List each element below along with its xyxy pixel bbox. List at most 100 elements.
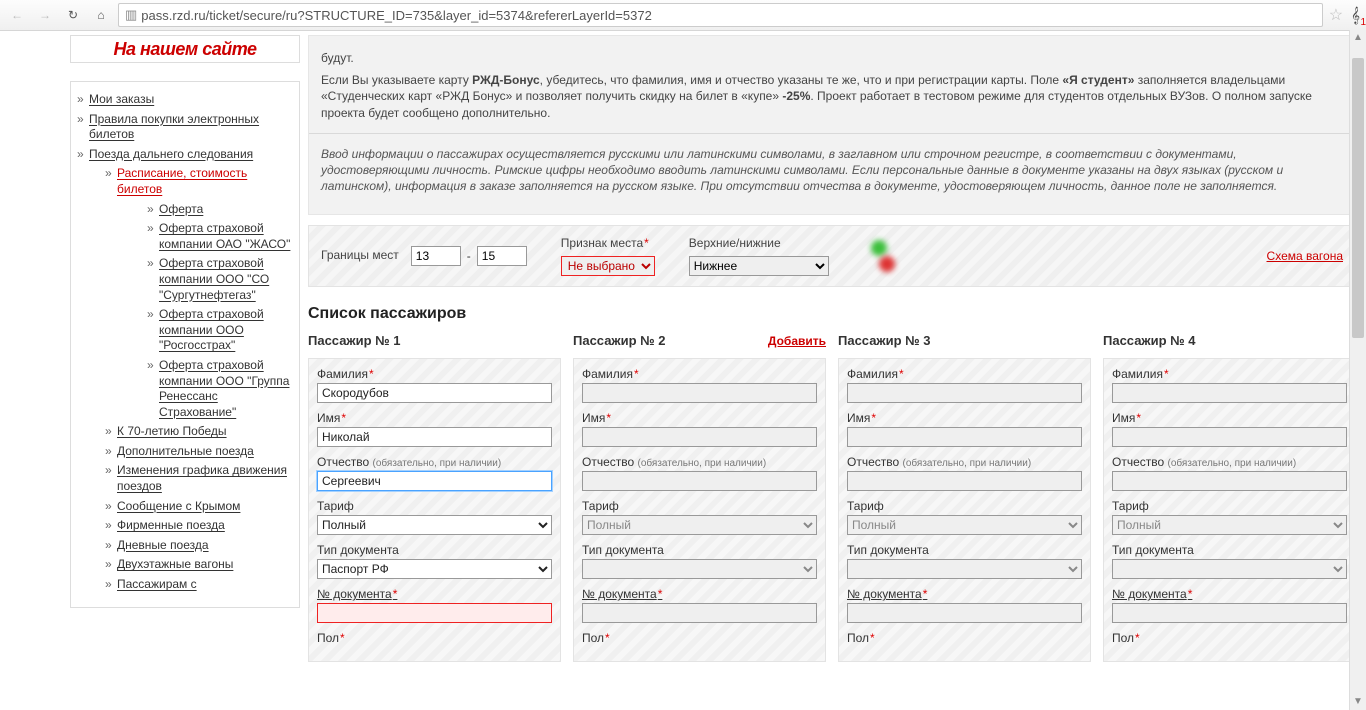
back-button[interactable]: ←: [6, 4, 28, 26]
docnum-label: № документа: [317, 587, 552, 601]
sidebar-link[interactable]: Пассажирам с: [117, 577, 197, 591]
patronymic-label: Отчество (обязательно, при наличии): [847, 455, 1082, 469]
tariff-label: Тариф: [847, 499, 1082, 513]
sidebar-link[interactable]: Дневные поезда: [117, 538, 209, 552]
sidebar-link[interactable]: Расписание, стоимость билетов: [117, 166, 247, 196]
seat-sign-group: Признак места Не выбрано: [561, 236, 655, 276]
patronymic-label: Отчество (обязательно, при наличии): [582, 455, 817, 469]
scheme-link-wrap: Схема вагона: [1267, 249, 1343, 263]
main-content: будут. Если Вы указываете карту РЖД-Бону…: [300, 35, 1366, 662]
sidebar-link[interactable]: Сообщение с Крымом: [117, 499, 240, 513]
tariff-select[interactable]: Полный: [317, 515, 552, 535]
browser-toolbar: ← → ↻ ⌂ ▥ pass.rzd.ru/ticket/secure/ru?S…: [0, 0, 1366, 31]
reload-button[interactable]: ↻: [62, 4, 84, 26]
sidebar-link[interactable]: К 70-летию Победы: [117, 424, 227, 438]
seat-tier-label: Верхние/нижние: [689, 236, 829, 250]
docnum-label: № документа: [1112, 587, 1347, 601]
surname-label: Фамилия: [847, 367, 1082, 381]
scroll-thumb[interactable]: [1352, 58, 1364, 338]
sidebar-link[interactable]: Фирменные поезда: [117, 518, 225, 532]
info-box: будут. Если Вы указываете карту РЖД-Бону…: [308, 35, 1356, 215]
gender-label: Пол: [582, 631, 817, 645]
extension-icon[interactable]: 𝄞1: [1351, 7, 1360, 24]
passenger-title: Пассажир № 2: [573, 333, 666, 348]
promo-banner: На нашем сайте: [70, 35, 300, 63]
sidebar-link[interactable]: Оферта страховой компании ОАО "ЖАСО": [159, 221, 290, 251]
url-bar[interactable]: ▥ pass.rzd.ru/ticket/secure/ru?STRUCTURE…: [118, 3, 1323, 27]
home-button[interactable]: ⌂: [90, 4, 112, 26]
sidebar-link[interactable]: Поезда дальнего следования: [89, 147, 253, 161]
doctype-select[interactable]: Паспорт РФ: [1112, 559, 1347, 579]
gender-label: Пол: [1112, 631, 1347, 645]
sidebar-nav: Мои заказы Правила покупки электронных би…: [70, 81, 300, 608]
passenger-title: Пассажир № 4: [1103, 333, 1196, 348]
doctype-select[interactable]: Паспорт РФ: [317, 559, 552, 579]
passengers-heading: Список пассажиров: [308, 305, 1356, 323]
docnum-input[interactable]: [582, 603, 817, 623]
surname-input[interactable]: [317, 383, 552, 403]
patronymic-input[interactable]: [847, 471, 1082, 491]
name-input[interactable]: [582, 427, 817, 447]
tariff-select[interactable]: Полный: [582, 515, 817, 535]
seat-to-input[interactable]: [477, 246, 527, 266]
doctype-select[interactable]: Паспорт РФ: [847, 559, 1082, 579]
page-icon: ▥: [125, 7, 137, 23]
sidebar-link[interactable]: Оферта страховой компании ООО "Группа Ре…: [159, 358, 289, 419]
scroll-down-arrow[interactable]: ▼: [1350, 694, 1366, 710]
docnum-input[interactable]: [1112, 603, 1347, 623]
doctype-label: Тип документа: [317, 543, 552, 557]
surname-label: Фамилия: [317, 367, 552, 381]
scroll-up-arrow[interactable]: ▲: [1350, 30, 1366, 46]
docnum-label: № документа: [582, 587, 817, 601]
intro-rules: Ввод информации о пассажирах осуществляе…: [321, 146, 1343, 195]
forward-button[interactable]: →: [34, 4, 56, 26]
passenger-title: Пассажир № 3: [838, 333, 931, 348]
page-scrollbar[interactable]: ▲ ▼: [1349, 30, 1366, 710]
seat-sign-select[interactable]: Не выбрано: [561, 256, 655, 276]
tariff-select[interactable]: Полный: [1112, 515, 1347, 535]
sidebar-link[interactable]: Двухэтажные вагоны: [117, 557, 233, 571]
patronymic-input[interactable]: [1112, 471, 1347, 491]
seat-range-label: Границы мест: [321, 248, 399, 262]
bookmark-star-icon[interactable]: ☆: [1329, 5, 1343, 25]
name-input[interactable]: [317, 427, 552, 447]
docnum-input[interactable]: [847, 603, 1082, 623]
seat-from-input[interactable]: [411, 246, 461, 266]
sidebar-link[interactable]: Изменения графика движения поездов: [117, 463, 287, 493]
docnum-label: № документа: [847, 587, 1082, 601]
sidebar-link[interactable]: Мои заказы: [89, 92, 154, 106]
seat-tier-select[interactable]: Нижнее: [689, 256, 829, 276]
name-input[interactable]: [1112, 427, 1347, 447]
patronymic-label: Отчество (обязательно, при наличии): [317, 455, 552, 469]
surname-input[interactable]: [1112, 383, 1347, 403]
sidebar-link[interactable]: Дополнительные поезда: [117, 444, 254, 458]
doctype-label: Тип документа: [1112, 543, 1347, 557]
docnum-input[interactable]: [317, 603, 552, 623]
sidebar-link[interactable]: Оферта: [159, 202, 203, 216]
wagon-scheme-link[interactable]: Схема вагона: [1267, 249, 1343, 263]
add-passenger-link[interactable]: Добавить: [768, 334, 826, 348]
seat-sign-label: Признак места: [561, 236, 655, 250]
intro-bonus: Если Вы указываете карту РЖД-Бонус, убед…: [321, 72, 1343, 121]
sidebar-link[interactable]: Оферта страховой компании ООО "Росгосстр…: [159, 307, 264, 352]
surname-input[interactable]: [582, 383, 817, 403]
surname-input[interactable]: [847, 383, 1082, 403]
name-label: Имя: [582, 411, 817, 425]
passengers-section: Список пассажиров Пассажир № 1ФамилияИмя…: [308, 305, 1356, 662]
doctype-label: Тип документа: [582, 543, 817, 557]
passenger-column: Пассажир № 1ФамилияИмяОтчество (обязател…: [308, 329, 561, 662]
doctype-label: Тип документа: [847, 543, 1082, 557]
tariff-label: Тариф: [1112, 499, 1347, 513]
seat-tier-group: Верхние/нижние Нижнее: [689, 236, 829, 276]
sidebar: На нашем сайте Мои заказы Правила покупки…: [0, 35, 300, 662]
patronymic-input[interactable]: [582, 471, 817, 491]
sidebar-link[interactable]: Правила покупки электронных билетов: [89, 112, 259, 142]
intro-fragment: будут.: [321, 50, 1343, 66]
tariff-select[interactable]: Полный: [847, 515, 1082, 535]
sidebar-link[interactable]: Оферта страховой компании ООО "СО "Сургу…: [159, 256, 269, 301]
doctype-select[interactable]: Паспорт РФ: [582, 559, 817, 579]
patronymic-input[interactable]: [317, 471, 552, 491]
url-text: pass.rzd.ru/ticket/secure/ru?STRUCTURE_I…: [141, 8, 652, 23]
name-input[interactable]: [847, 427, 1082, 447]
surname-label: Фамилия: [1112, 367, 1347, 381]
